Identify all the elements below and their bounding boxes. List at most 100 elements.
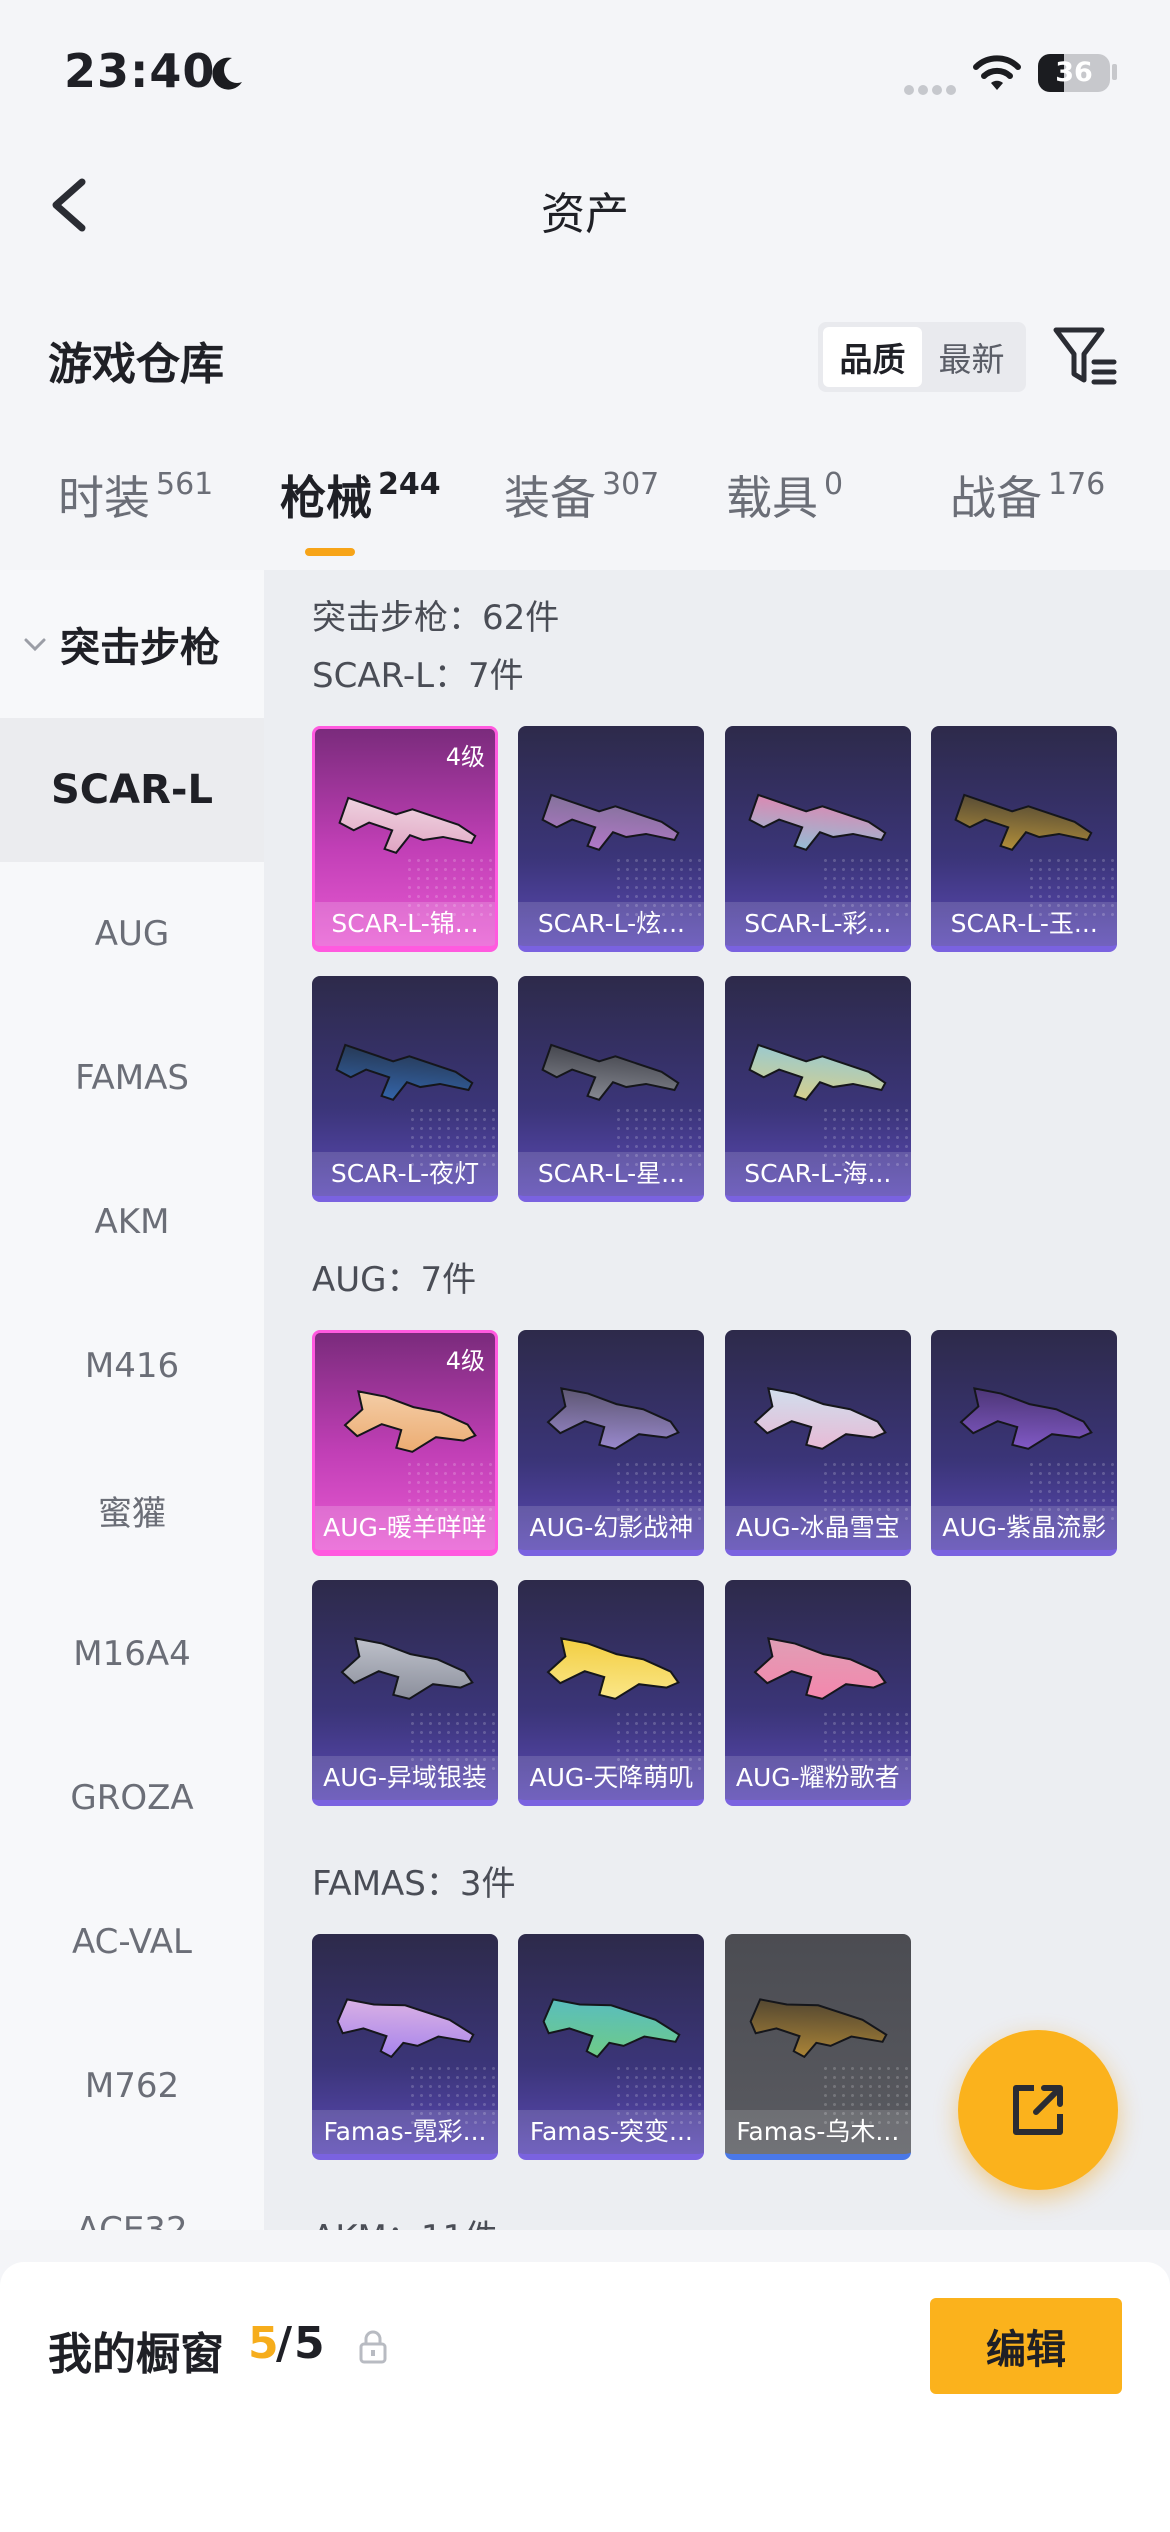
sidebar-item-groza[interactable]: GROZA (0, 1726, 264, 1870)
status-time: 23:40 (64, 44, 216, 98)
sort-toggle: 品质 最新 (818, 322, 1026, 392)
edit-button[interactable]: 编辑 (930, 2298, 1122, 2394)
weapon-name: SCAR-L-夜灯 (312, 1152, 498, 1196)
weapon-card[interactable]: SCAR-L-炫... (518, 726, 705, 952)
level-badge: 4级 (445, 743, 485, 771)
weapon-name: SCAR-L-海... (724, 1152, 911, 1196)
sidebar-item-ace32[interactable]: ACE32 (0, 2158, 264, 2230)
weapon-card[interactable]: SCAR-L-海... (724, 976, 911, 1202)
weapon-skin-image (340, 1637, 474, 1700)
share-icon (1013, 2085, 1063, 2135)
weapon-skin-image (753, 1637, 887, 1700)
weapon-skin-image (748, 1043, 887, 1101)
weapon-card[interactable]: AUG-天降萌叽 (518, 1580, 705, 1806)
weapon-skin-image (748, 793, 887, 851)
tab-fashion[interactable]: 时装 561 (58, 462, 213, 528)
weapon-skin-image (541, 793, 680, 851)
sidebar-item-m16a4[interactable]: M16A4 (0, 1582, 264, 1726)
weapon-skin-image (336, 1998, 475, 2059)
weapon-skin-image (343, 1390, 477, 1453)
weapon-card[interactable]: Famas-霓彩... (312, 1934, 498, 2160)
share-button[interactable] (958, 2030, 1118, 2190)
group-title: FAMAS：3件 (312, 1864, 516, 1904)
weapon-skin-image (546, 1637, 681, 1700)
weapon-skin-image (954, 793, 1093, 851)
moon-icon (212, 57, 242, 90)
weapon-card[interactable]: Famas-乌木... (724, 1934, 911, 2160)
page-title: 资产 (541, 189, 629, 240)
weapon-name: AUG-冰晶雪宝 (724, 1506, 911, 1550)
group-title: AKM：11件 (312, 2210, 498, 2230)
weapon-card[interactable]: SCAR-L-夜灯 (312, 976, 498, 1202)
category-summary: 突击步枪：62件 (312, 598, 560, 638)
weapon-name: AUG-暖羊咩咩 (315, 1506, 495, 1550)
weapon-card[interactable]: AUG-紫晶流影 (931, 1330, 1118, 1556)
weapon-card[interactable]: Famas-突变... (518, 1934, 705, 2160)
sidebar-item-aug[interactable]: AUG (0, 862, 264, 1006)
weapon-skin-image (753, 1387, 887, 1450)
sidebar-item-famas[interactable]: FAMAS (0, 1006, 264, 1150)
signal-icon (904, 80, 960, 99)
section-title: 游戏仓库 (48, 339, 224, 390)
weapon-sidebar: 突击步枪 SCAR-L AUG FAMAS AKM M416 蜜獾 M16A4 GROZA AC… (0, 570, 264, 2230)
sidebar-item-ac-val[interactable]: AC-VAL (0, 1870, 264, 2014)
weapon-skin-image (541, 1043, 680, 1101)
tab-vehicles[interactable]: 载具 0 (726, 462, 843, 528)
showcase-max-count: 5 (294, 2318, 325, 2369)
weapon-name: AUG-异域银装 (312, 1756, 498, 1800)
weapon-skin-image (338, 796, 477, 854)
chevron-down-icon (24, 638, 46, 652)
weapon-card[interactable]: 4级 AUG-暖羊咩咩 (312, 1330, 498, 1556)
weapon-name: SCAR-L-星... (518, 1152, 705, 1196)
active-tab-indicator (305, 548, 355, 556)
weapon-card[interactable]: AUG-异域银装 (312, 1580, 498, 1806)
weapon-name: AUG-幻影战神 (518, 1506, 705, 1550)
filter-icon[interactable] (1050, 322, 1120, 392)
sort-option-latest[interactable]: 最新 (922, 327, 1021, 387)
weapon-card[interactable]: 4级 SCAR-L-锦... (312, 726, 498, 952)
weapon-card[interactable]: SCAR-L-彩... (724, 726, 911, 952)
battery-level: 36 (1055, 57, 1093, 88)
showcase-label: 我的橱窗 (48, 2329, 224, 2380)
weapon-list: 突击步枪：62件 SCAR-L：7件 4级 SCAR-L-锦... SCAR-L-炫.… (264, 570, 1170, 2230)
weapon-card[interactable]: AUG-耀粉歌者 (724, 1580, 911, 1806)
tab-guns[interactable]: 枪械 244 (280, 462, 441, 528)
tab-supplies[interactable]: 战备 176 (950, 462, 1105, 528)
weapon-skin-image (959, 1387, 1094, 1450)
sidebar-item-scar-l[interactable]: SCAR-L (0, 718, 264, 862)
group-title: AUG：7件 (312, 1260, 477, 1300)
showcase-bar: 我的橱窗 5 / 5 编辑 (0, 2262, 1170, 2532)
sidebar-item-蜜獾[interactable]: 蜜獾 (0, 1438, 264, 1582)
weapon-name: AUG-耀粉歌者 (724, 1756, 911, 1800)
showcase-separator: / (276, 2318, 293, 2369)
weapon-name: SCAR-L-玉... (931, 902, 1118, 946)
weapon-name: AUG-紫晶流影 (931, 1506, 1118, 1550)
lock-icon (359, 2330, 387, 2364)
wifi-icon (973, 55, 1021, 90)
tab-equipment[interactable]: 装备 307 (504, 462, 659, 528)
weapon-name: SCAR-L-锦... (315, 902, 495, 946)
weapon-name: SCAR-L-彩... (724, 902, 911, 946)
sidebar-item-m416[interactable]: M416 (0, 1294, 264, 1438)
weapon-card[interactable]: AUG-幻影战神 (518, 1330, 705, 1556)
sidebar-item-m762[interactable]: M762 (0, 2014, 264, 2158)
sort-option-quality[interactable]: 品质 (823, 327, 922, 387)
weapon-skin-image (542, 1998, 682, 2059)
battery-icon: 36 (1038, 54, 1110, 92)
level-badge: 4级 (445, 1347, 485, 1375)
weapon-card[interactable]: SCAR-L-玉... (931, 726, 1118, 952)
weapon-card[interactable]: AUG-冰晶雪宝 (724, 1330, 911, 1556)
showcase-used-count: 5 (248, 2318, 279, 2369)
weapon-name: SCAR-L-炫... (518, 902, 705, 946)
weapon-skin-image (335, 1043, 474, 1101)
weapon-skin-image (546, 1387, 681, 1450)
weapon-card[interactable]: SCAR-L-星... (518, 976, 705, 1202)
sidebar-item-akm[interactable]: AKM (0, 1150, 264, 1294)
weapon-skin-image (749, 1998, 888, 2059)
weapon-name: Famas-霓彩... (312, 2110, 498, 2154)
status-bar: 23:40 36 (0, 0, 1170, 150)
weapon-name: Famas-乌木... (724, 2110, 911, 2154)
group-title: SCAR-L：7件 (312, 656, 524, 696)
sidebar-category[interactable]: 突击步枪 (0, 570, 264, 718)
weapon-name: AUG-天降萌叽 (518, 1756, 705, 1800)
